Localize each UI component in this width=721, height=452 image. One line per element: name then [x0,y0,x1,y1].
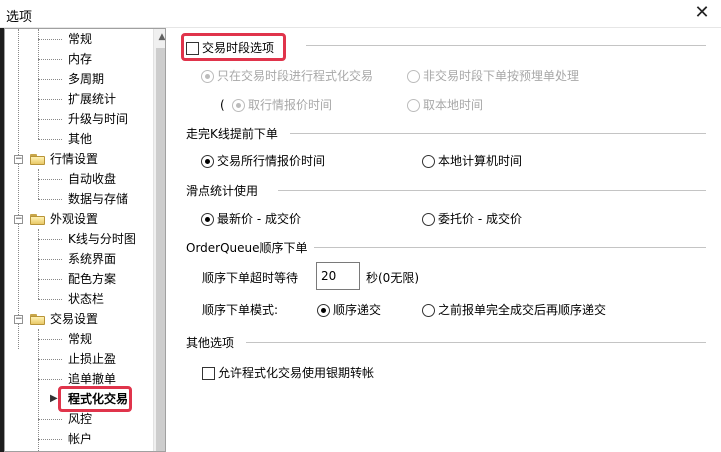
tree-connector [38,99,62,100]
settings-panel: 交易时段选项 只在交易时段进行程式化交易 非交易时段下单按预埋单处理 ( 取行情… [170,28,721,452]
section-divider [290,133,706,134]
tree-connector [38,279,62,280]
tree-connector [38,29,39,139]
bank-transfer-label: 允许程式化交易使用银期转帐 [218,366,375,380]
tree-connector [38,359,62,360]
only-in-session-radio[interactable] [201,70,214,83]
off-session-preorder-radio[interactable] [407,70,420,83]
tree-connector [38,259,62,260]
scroll-thumb[interactable] [156,48,165,451]
tree-item-status-bar[interactable]: 状态栏 [66,289,106,309]
tree-connector [38,119,62,120]
window-title: 选项 [6,10,33,25]
tree-item-color-scheme[interactable]: 配色方案 [66,269,118,289]
folder-icon [30,213,46,225]
collapse-toggle[interactable]: − [14,215,23,224]
tree-connector [38,339,62,340]
order-minus-fill-label: 委托价 - 成交价 [438,212,522,226]
order-queue-heading: OrderQueue顺序下单 [186,241,308,255]
paren-open: ( [220,98,225,112]
tree-item-extended-stats[interactable]: 扩展统计 [66,89,118,109]
quote-time-radio[interactable] [232,99,245,112]
sequential-submit-radio[interactable] [317,304,330,317]
exchange-quote-time-label: 交易所行情报价时间 [217,154,326,168]
tree-group-appearance[interactable]: 外观设置 [48,209,100,229]
latest-minus-fill-label: 最新价 - 成交价 [217,212,301,226]
only-in-session-label: 只在交易时段进行程式化交易 [217,69,374,83]
tree-connector [38,39,62,40]
k-early-heading: 走完K线提前下单 [186,127,278,141]
scroll-up-icon[interactable]: ▲ [154,29,165,46]
section-divider [306,45,706,46]
tree-item-upgrade-time[interactable]: 升级与时间 [66,109,130,129]
tree-item-risk-control[interactable]: 风控 [66,409,94,429]
after-complete-submit-label: 之前报单完全成交后再顺序递交 [438,303,607,317]
collapse-toggle[interactable]: − [14,155,23,164]
sequential-submit-label: 顺序递交 [333,303,382,317]
tree-connector [38,419,62,420]
section-divider [278,190,706,191]
tree-connector [38,329,39,451]
timeout-label: 顺序下单超时等待 [202,271,299,285]
tree-connector [38,59,62,60]
order-mode-label: 顺序下单模式: [202,303,279,317]
local-computer-time-label: 本地计算机时间 [438,154,523,168]
section-divider [314,247,706,248]
local-computer-time-radio[interactable] [422,155,435,168]
quote-time-label: 取行情报价时间 [248,98,333,112]
tree-connector [38,439,62,440]
tree-connector [38,199,62,200]
tree-item-memory[interactable]: 内存 [66,49,94,69]
latest-minus-fill-radio[interactable] [201,213,214,226]
other-options-heading: 其他选项 [186,336,235,350]
tree-connector [38,79,62,80]
section-divider [246,342,706,343]
tree-connector [38,299,62,300]
local-time-label: 取本地时间 [423,98,484,112]
tree-item-account[interactable]: 帐户 [66,429,94,449]
tree-item-system-ui[interactable]: 系统界面 [66,249,118,269]
tree-item-stop-loss[interactable]: 止损止盈 [66,349,118,369]
tree-item-kline-timeshare[interactable]: K线与分时图 [66,229,138,249]
tree-item-auto-close[interactable]: 自动收盘 [66,169,118,189]
tree-item-other[interactable]: 其他 [66,129,94,149]
exchange-quote-time-radio[interactable] [201,155,214,168]
trading-session-highlight [181,33,286,61]
tree-connector [38,379,62,380]
arrow-right-icon: ▶ [50,393,58,404]
tree-connector [38,239,62,240]
tree-item-multi-period[interactable]: 多周期 [66,69,106,89]
folder-icon [30,313,46,325]
tree-item-trading-general[interactable]: 常规 [66,329,94,349]
bank-transfer-checkbox[interactable] [202,367,215,380]
tree-group-trading[interactable]: 交易设置 [48,309,100,329]
tree-item-general[interactable]: 常规 [66,29,94,49]
timeout-input[interactable] [316,262,360,290]
title-bar: 选项 ✕ [0,0,721,28]
close-icon: ✕ [694,2,710,23]
order-minus-fill-radio[interactable] [422,213,435,226]
after-complete-submit-radio[interactable] [422,304,435,317]
tree-connector [38,139,62,140]
selected-item-highlight [58,386,132,412]
tree-connector [38,179,62,180]
tree-scrollbar[interactable]: ▲ [153,29,165,451]
tree-item-data-storage[interactable]: 数据与存储 [66,189,130,209]
collapse-toggle[interactable]: − [14,315,23,324]
timeout-unit: 秒(0无限) [366,271,419,285]
tree-group-market-settings[interactable]: 行情设置 [48,149,100,169]
folder-icon [30,153,46,165]
local-time-radio[interactable] [407,99,420,112]
slippage-heading: 滑点统计使用 [186,184,259,198]
tree-connector [18,29,19,349]
off-session-preorder-label: 非交易时段下单按预埋单处理 [423,69,580,83]
close-button[interactable]: ✕ [688,2,716,26]
tree-connector [38,169,39,199]
